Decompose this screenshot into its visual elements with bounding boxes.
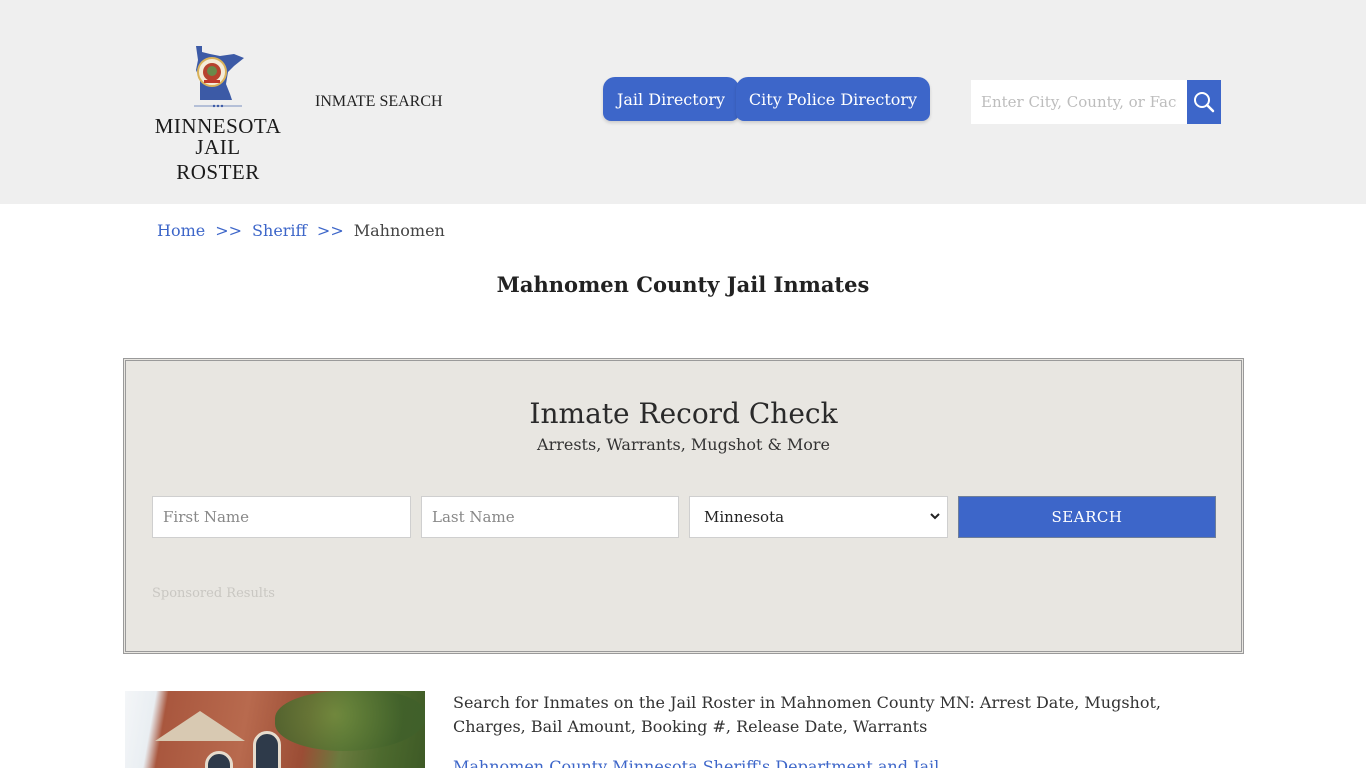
inmate-record-check-panel: Inmate Record Check Arrests, Warrants, M… [123,358,1244,654]
logo-text-line2: JAIL ROSTER [176,135,260,184]
site-header: MINNESOTA JAIL ROSTER INMATE SEARCH Jail… [0,0,1366,204]
search-icon [1194,92,1215,113]
facility-search-input[interactable] [971,80,1187,124]
jail-building-photo [125,691,425,768]
nav-inmate-search-link[interactable]: INMATE SEARCH [315,93,443,111]
chevron-down-icon [930,513,940,520]
breadcrumb-sheriff[interactable]: Sheriff [252,221,307,240]
minnesota-state-seal-icon [194,46,244,108]
first-name-input[interactable] [152,496,411,538]
tree-foliage [275,691,425,751]
tab-city-police-directory[interactable]: City Police Directory [736,77,930,121]
facility-search-button[interactable] [1187,80,1221,124]
breadcrumb: Home >> Sheriff >> Mahnomen [157,221,445,240]
breadcrumb-current: Mahnomen [353,221,445,240]
facility-search [971,80,1221,124]
breadcrumb-separator: >> [316,221,344,240]
building-window [253,731,281,768]
tab-jail-directory[interactable]: Jail Directory [603,77,739,121]
breadcrumb-home[interactable]: Home [157,221,205,240]
search-button[interactable]: SEARCH [958,496,1216,538]
last-name-input[interactable] [421,496,679,538]
sponsored-results-label: Sponsored Results [152,586,275,601]
record-check-subtitle: Arrests, Warrants, Mugshot & More [537,435,830,454]
building-window [205,751,233,768]
building-cornice [155,711,245,741]
breadcrumb-separator: >> [215,221,243,240]
page-title: Mahnomen County Jail Inmates [496,272,870,297]
site-logo[interactable]: MINNESOTA JAIL ROSTER [152,44,284,184]
state-select[interactable]: Minnesota [689,496,948,538]
sheriff-department-link[interactable]: Mahnomen County Minnesota Sheriff's Depa… [453,757,939,768]
state-select-value: Minnesota [704,508,785,526]
record-check-title: Inmate Record Check [529,397,838,430]
intro-text: Search for Inmates on the Jail Roster in… [453,693,1162,736]
